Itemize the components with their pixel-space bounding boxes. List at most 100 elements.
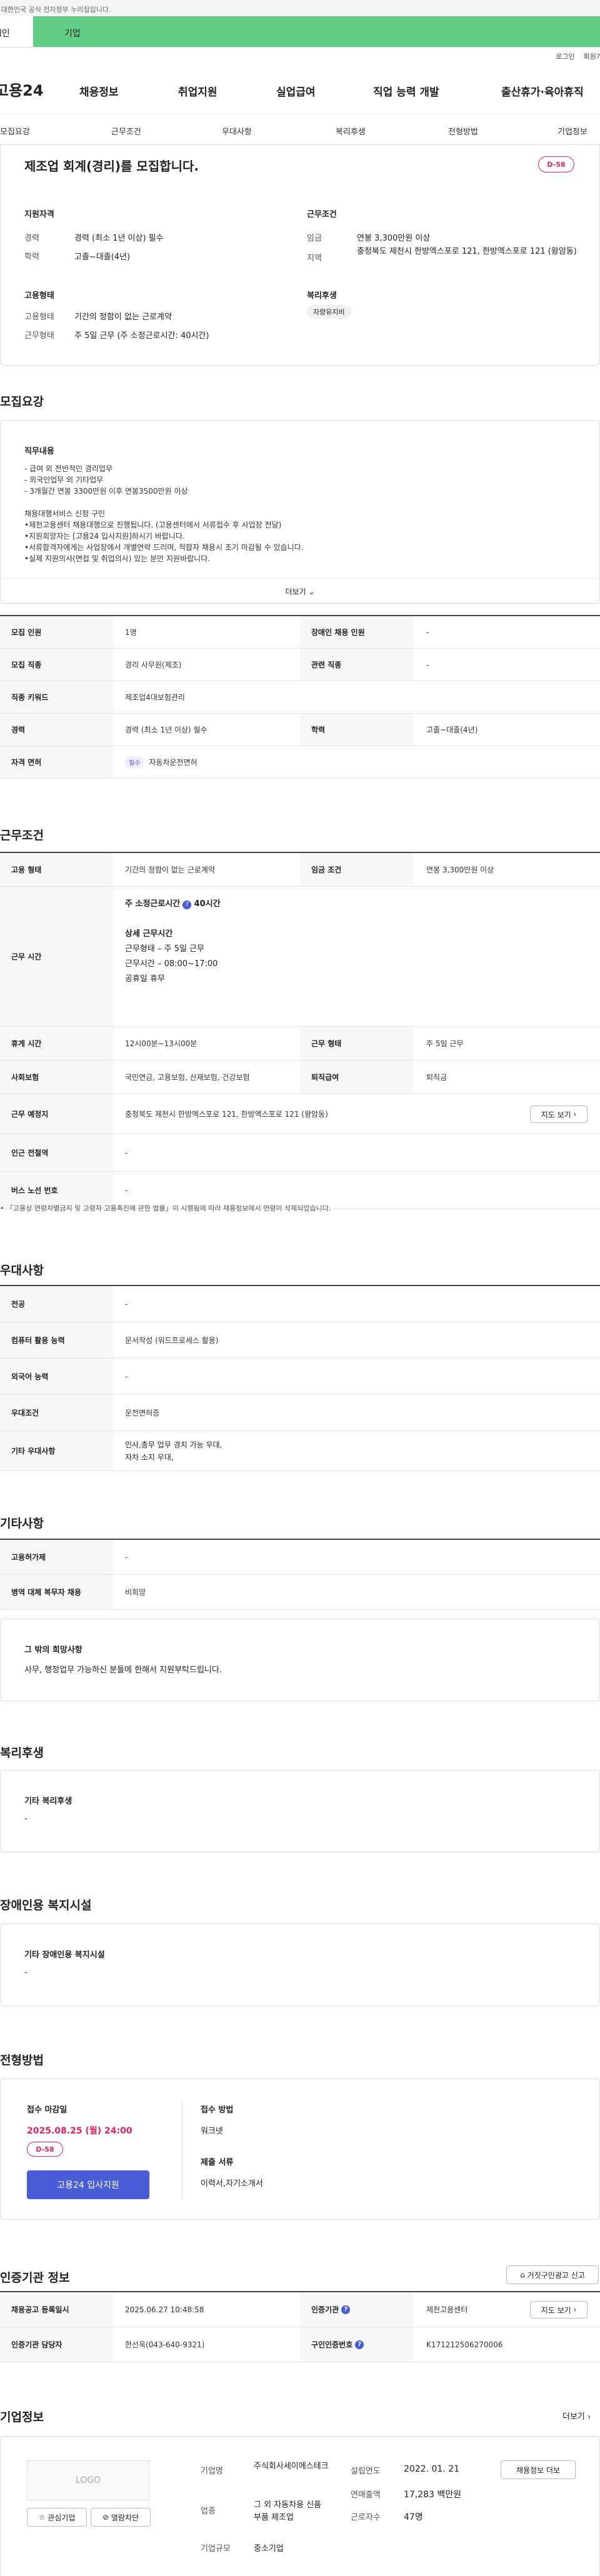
revenue-label: 연매출액	[351, 2490, 381, 2500]
weekly-hours-label: 주 소정근로시간	[125, 899, 181, 909]
dday-badge: D-58	[27, 2142, 63, 2157]
gnb-jobs[interactable]: 채용정보	[79, 83, 119, 99]
welfare-box-text: -	[24, 1814, 28, 1824]
welfare-box-title: 기타 복리후생	[24, 1797, 72, 1806]
revenue-value: 17,283 백만원	[404, 2490, 462, 2500]
company-logo: LOGO	[27, 2460, 149, 2500]
table-row: 우대조건 운전면허증	[0, 1395, 600, 1431]
row-label: 고용허가제	[0, 1540, 114, 1574]
emp-form-value: 주 5일 근무 (주 소정근로시간: 40시간)	[74, 331, 209, 341]
summary-card: 제조업 회계(경리)를 모집합니다. D-58 지원자격 경력 경력 (최소 1…	[0, 144, 600, 366]
gov-notice: 이 누리집은 대한민국 공식 전자정부 누리집입니다.	[0, 0, 600, 16]
map-button[interactable]: 지도 보기 ›	[530, 1106, 588, 1123]
subnav-pref[interactable]: 우대사항	[222, 125, 252, 137]
disability-box-title: 기타 장애인용 복지시설	[24, 1950, 105, 1960]
subnav-recruit[interactable]: 모집요강	[0, 125, 30, 137]
login-link[interactable]: 로그인	[556, 51, 574, 61]
emp-title: 고용형태	[24, 291, 54, 301]
job-desc-text: - 급여 외 전반적인 경리업무 - 외국인업무 외 기타업무 - 3개월간 연…	[24, 463, 303, 564]
block-company-button[interactable]: ⊘ 열람차단	[91, 2508, 151, 2527]
info-icon[interactable]: ?	[182, 901, 192, 909]
agency-map-button[interactable]: 지도 보기 ›	[530, 2301, 588, 2319]
tab-company[interactable]: 기업	[33, 16, 600, 47]
report-button[interactable]: ⌂ 거짓구인광고 신고	[506, 2265, 599, 2284]
row-value: -	[426, 627, 429, 637]
row-value: 한선욱(043-640-9321)	[125, 2340, 205, 2349]
row-label: 기타 우대사항	[0, 1431, 114, 1470]
company-more-link[interactable]: 더보기 ›	[562, 2410, 591, 2422]
etc-box-title: 그 밖의 희망사항	[24, 1645, 82, 1655]
pref-line: 자차 소지 우대,	[125, 1453, 174, 1462]
gnb-leave[interactable]: 출산휴가·육아휴직	[501, 83, 584, 99]
size-label: 기업규모	[201, 2544, 231, 2554]
chevron-down-icon: ⌄	[308, 587, 315, 596]
row-label: 자격 면허	[0, 746, 114, 778]
row-label: 관련 직종	[300, 649, 414, 681]
qual-title: 지원자격	[24, 210, 54, 219]
row-label: 모집 인원	[0, 616, 114, 648]
company-name-label: 기업명	[201, 2467, 223, 2476]
row-label: 인증기관 ?	[300, 2292, 414, 2327]
qual-edu-value: 고졸~대졸(4년)	[74, 252, 131, 262]
method-label: 접수 방법	[201, 2105, 234, 2115]
section-nav: 모집요강 근무조건 우대사항 복리후생 전형방법 기업정보	[0, 114, 600, 145]
row-value: 고졸~대졸(4년)	[426, 726, 478, 734]
tab-person[interactable]: 개인	[0, 16, 33, 47]
table-row: 기타 우대사항 인사,총무 업무 경치 가능 우대, 자차 소지 우대,	[0, 1431, 600, 1471]
company-jobs-button[interactable]: 채용정보 더보	[501, 2460, 576, 2479]
row-value: 2025.06.27 10:48:58	[125, 2305, 204, 2314]
detail-hours-line: 근무형태 – 주 5일 근무	[125, 944, 204, 954]
row-value: 비희망	[125, 1588, 146, 1597]
qual-career-value: 경력 (최소 1년 이상) 필수	[74, 234, 164, 243]
info-icon[interactable]: ?	[341, 2305, 351, 2314]
table-row: 모집 인원 1명 장애인 채용 인원 -	[0, 616, 600, 649]
job-line: •실제 지원의사(면접 및 취업의사) 있는 분만 지원바랍니다.	[24, 554, 211, 563]
subnav-workcond[interactable]: 근무조건	[111, 125, 141, 137]
row-value: -	[125, 1299, 128, 1309]
table-row: 인근 전철역 -	[0, 1134, 600, 1172]
fav-company-button[interactable]: ☆ 관심기업	[27, 2508, 87, 2527]
block-icon: ⊘	[102, 2513, 109, 2522]
chevron-right-icon: ›	[588, 2412, 591, 2422]
row-value: -	[426, 660, 429, 669]
join-link[interactable]: 회원가입	[584, 51, 600, 61]
job-line-spacer	[24, 497, 303, 508]
founded-label: 설립연도	[351, 2467, 381, 2476]
table-row: 모집 직종 경리 사무원(제조) 관련 직종 -	[0, 649, 600, 681]
dday-badge: D-58	[538, 156, 574, 172]
gnb-support[interactable]: 취업지원	[178, 83, 218, 99]
cond-region-label: 지역	[307, 254, 322, 263]
pref-table: 전공 - 컴퓨터 활용 능력 문서작성 (워드프로세스 활용) 외국어 능력 - 우대…	[0, 1285, 600, 1471]
star-icon: ☆	[38, 2513, 46, 2522]
table-row: 근무 예정지 충청북도 제천시 한방엑스포로 121, 한방엑스포로 121 (…	[0, 1094, 600, 1134]
gnb-benefit[interactable]: 실업급여	[276, 83, 316, 99]
required-tag: 필수	[125, 756, 144, 768]
pref-line: 인사,총무 업무 경치 가능 우대,	[125, 1440, 222, 1449]
apply-button[interactable]: 고용24 입사지원	[27, 2170, 149, 2199]
cond-region-value: 충청북도 제천시 한방엑스포로 121, 한방엑스포로 121 (왕암동)	[357, 247, 577, 256]
chevron-right-icon: ›	[573, 2305, 577, 2314]
row-label: 우대조건	[0, 1395, 114, 1430]
row-label: 전공	[0, 1286, 114, 1322]
gnb-training[interactable]: 직업 능력 개발	[373, 83, 439, 99]
industry-label: 업종	[201, 2507, 216, 2516]
size-value: 중소기업	[254, 2544, 284, 2554]
subnav-process[interactable]: 전형방법	[448, 125, 478, 137]
cond-title: 근무조건	[307, 210, 337, 219]
row-value: 퇴직금	[426, 1073, 448, 1082]
subnav-company[interactable]: 기업정보	[558, 125, 588, 137]
table-row: 컴퓨터 활용 능력 문서작성 (워드프로세스 활용)	[0, 1322, 600, 1359]
table-row: 고용 형태 기간의 정함이 없는 근로계약 임금 조건 연봉 3,300만원 이…	[0, 853, 600, 887]
process-section-title: 전형방법	[0, 2054, 44, 2067]
industry-value: 그 외 자동차용 신품 부품 제조업	[254, 2500, 322, 2522]
agency-table: 채용공고 등록일시 2025.06.27 10:48:58 인증기관 ? 제천고…	[0, 2291, 600, 2362]
info-icon[interactable]: ?	[355, 2340, 364, 2349]
more-button[interactable]: 더보기 ⌄	[1, 578, 599, 597]
row-value: 충청북도 제천시 한방엑스포로 121, 한방엑스포로 121 (왕암동)	[125, 1110, 328, 1119]
subnav-welfare[interactable]: 복리후생	[336, 125, 366, 137]
detail-hours-line: 공휴일 휴무	[125, 974, 165, 984]
welfare-tag: 자량유지비	[307, 305, 351, 319]
table-row: 휴게 시간 12시00분~13시00분 근무 형태 주 5일 근무	[0, 1027, 600, 1061]
row-label: 근무 형태	[300, 1027, 414, 1060]
site-logo[interactable]: 고용24	[0, 78, 70, 100]
